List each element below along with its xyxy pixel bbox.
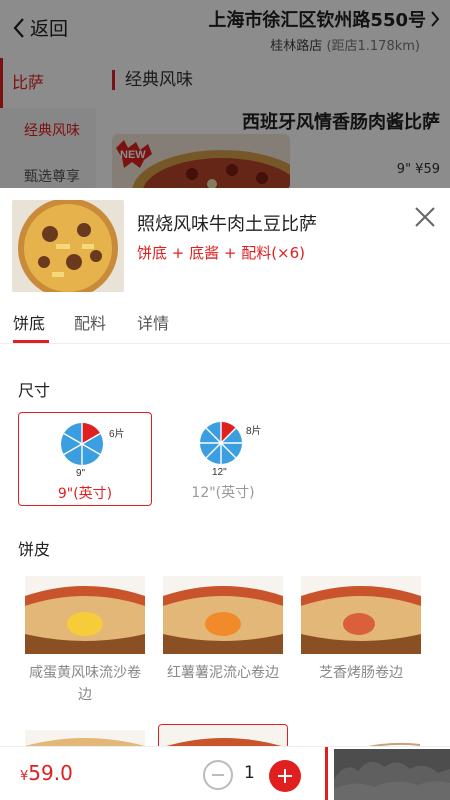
- bar-divider: [325, 747, 328, 800]
- bottom-bar: ¥59.0 1: [0, 746, 450, 800]
- total-price: ¥59.0: [20, 761, 73, 785]
- product-thumbnail: [12, 200, 124, 292]
- product-title: 照烧风味牛肉土豆比萨: [137, 214, 317, 235]
- crust-option-sweet-potato[interactable]: 红薯薯泥流心卷边: [163, 576, 283, 684]
- size-section-label: 尺寸: [18, 381, 51, 400]
- quantity-value: 1: [244, 763, 255, 783]
- size-label-9: 9"(英寸): [57, 486, 113, 502]
- option-tabs: 饼底 配料 详情: [0, 306, 450, 344]
- crust-option-sausage[interactable]: 芝香烤肠卷边: [301, 576, 421, 684]
- crust-image: [25, 576, 145, 654]
- size-option-12-inch[interactable]: 8片 12" 12"(英寸): [156, 412, 290, 506]
- crust-option-row2-1[interactable]: [25, 730, 145, 746]
- add-to-cart-button[interactable]: [334, 749, 450, 800]
- slice-count-12: 8片: [246, 424, 262, 437]
- slice-count-9: 6片: [109, 427, 125, 440]
- crust-option-row2-2-selected[interactable]: [158, 724, 288, 746]
- crust-image: [301, 576, 421, 654]
- crust-option-row2-3[interactable]: [352, 736, 420, 746]
- crust-option-salted-egg[interactable]: 咸蛋黄风味流沙卷边: [25, 576, 145, 706]
- crust-name: 芝香烤肠卷边: [319, 665, 403, 681]
- pizza-6-slice-icon: 6片 9": [61, 423, 125, 479]
- dim-overlay[interactable]: [0, 0, 450, 190]
- plus-icon[interactable]: [269, 760, 301, 792]
- pizza-8-slice-icon: 8片 12": [200, 422, 262, 478]
- inch-label-9: 9": [76, 468, 86, 479]
- tab-toppings[interactable]: 配料: [74, 310, 106, 334]
- minus-icon[interactable]: [203, 760, 233, 790]
- product-composition: 饼底 + 底酱 + 配料(×6): [137, 244, 306, 262]
- inch-label-12: 12": [212, 467, 227, 478]
- active-tab-indicator: [13, 340, 49, 343]
- tab-crust-base[interactable]: 饼底: [13, 310, 45, 334]
- price-value: 59.0: [28, 761, 73, 785]
- crust-section-label: 饼皮: [18, 540, 51, 559]
- size-label-12: 12"(英寸): [191, 485, 255, 501]
- size-option-9-inch[interactable]: 6片 9" 9"(英寸): [18, 412, 152, 506]
- crust-name: 红薯薯泥流心卷边: [167, 665, 279, 681]
- crust-name: 咸蛋黄风味流沙卷边: [29, 665, 141, 703]
- crust-image: [163, 576, 283, 654]
- close-icon[interactable]: [414, 206, 436, 228]
- tab-details[interactable]: 详情: [137, 310, 169, 334]
